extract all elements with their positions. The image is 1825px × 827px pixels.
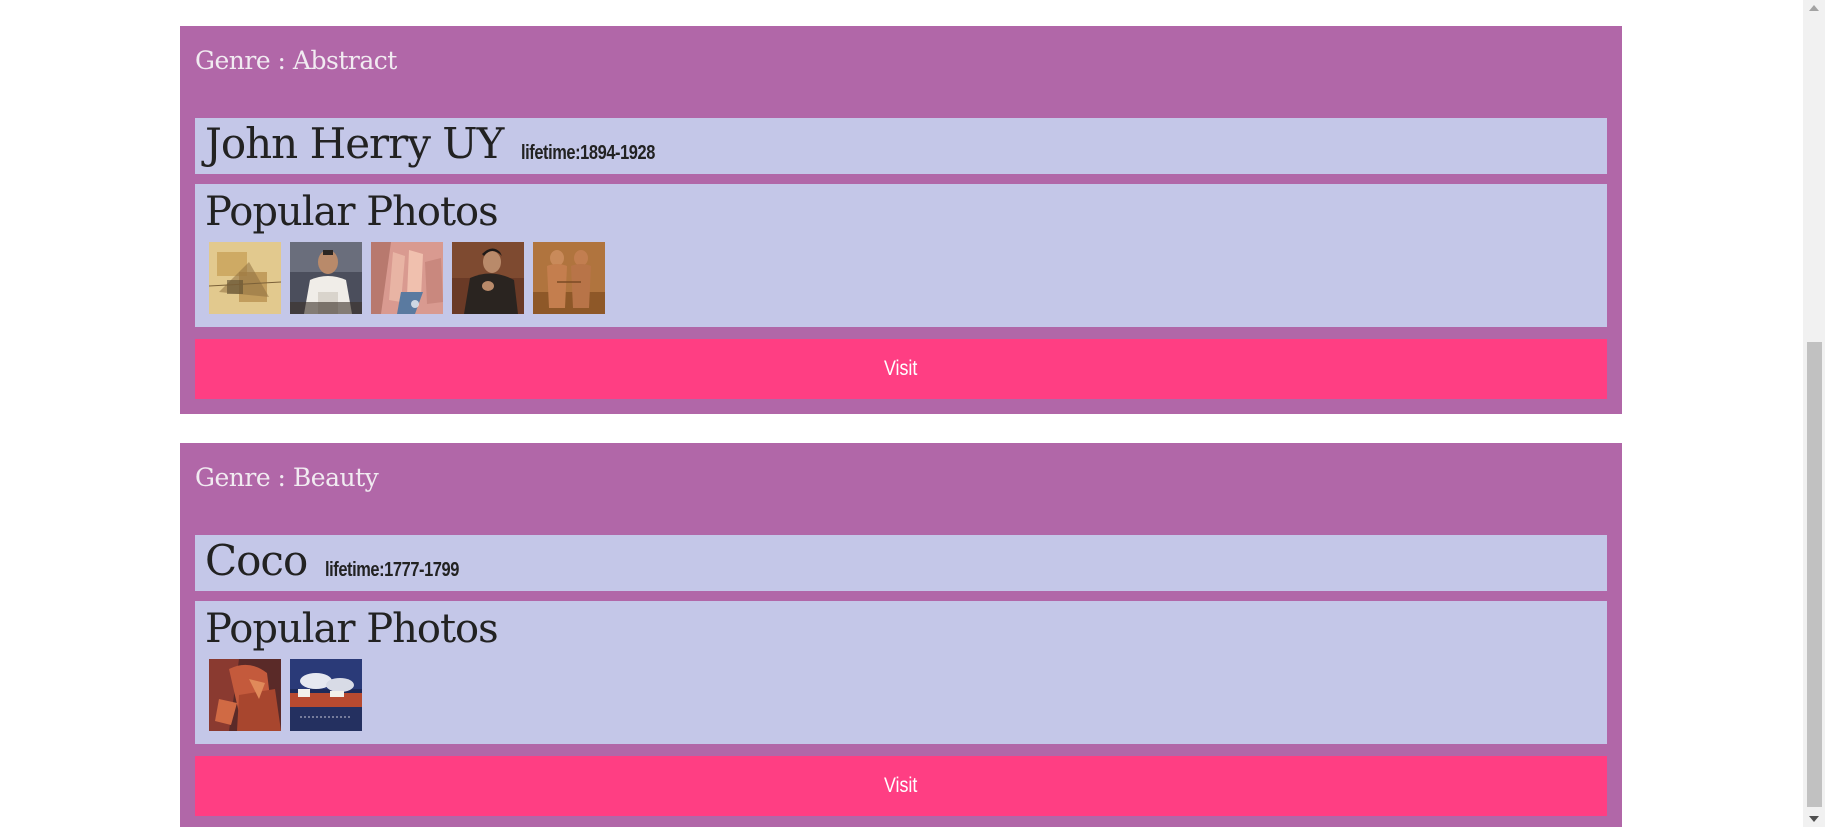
- popular-photos-title: Popular Photos: [205, 606, 499, 652]
- photo-thumbnail[interactable]: [209, 242, 281, 314]
- photo-thumbnails: [205, 659, 1597, 731]
- photo-thumbnail[interactable]: [290, 242, 362, 314]
- artist-name: John Herry UY: [205, 119, 504, 168]
- artist-header: John Herry UY lifetime:1894-1928: [195, 118, 1607, 174]
- photo-thumbnails: [205, 242, 1597, 314]
- scroll-down-arrow-icon[interactable]: [1809, 816, 1819, 822]
- photo-thumbnail[interactable]: [533, 242, 605, 314]
- artist-lifetime: lifetime:1894-1928: [521, 142, 656, 164]
- photo-thumbnail[interactable]: [371, 242, 443, 314]
- visit-button[interactable]: Visit: [195, 339, 1607, 399]
- vertical-scrollbar[interactable]: [1803, 0, 1825, 827]
- photo-thumbnail[interactable]: [452, 242, 524, 314]
- visit-button-label: Visit: [884, 774, 918, 797]
- artist-name: Coco: [205, 536, 308, 585]
- scrollbar-thumb[interactable]: [1807, 342, 1822, 807]
- photo-thumbnail[interactable]: [209, 659, 281, 731]
- visit-button-label: Visit: [884, 357, 918, 380]
- artist-lifetime: lifetime:1777-1799: [325, 559, 460, 581]
- genre-heading: Genre : Abstract: [195, 46, 397, 75]
- photo-thumbnail[interactable]: [290, 659, 362, 731]
- popular-photos-panel: Popular Photos: [195, 601, 1607, 744]
- scroll-up-arrow-icon[interactable]: [1809, 5, 1819, 11]
- page-viewport: Genre : Abstract John Herry UY lifetime:…: [0, 0, 1803, 827]
- visit-button[interactable]: Visit: [195, 756, 1607, 816]
- artist-card: Genre : Abstract John Herry UY lifetime:…: [180, 26, 1622, 414]
- artist-header: Coco lifetime:1777-1799: [195, 535, 1607, 591]
- artist-card: Genre : Beauty Coco lifetime:1777-1799 P…: [180, 443, 1622, 827]
- popular-photos-title: Popular Photos: [205, 189, 499, 235]
- popular-photos-panel: Popular Photos: [195, 184, 1607, 327]
- genre-heading: Genre : Beauty: [195, 463, 379, 492]
